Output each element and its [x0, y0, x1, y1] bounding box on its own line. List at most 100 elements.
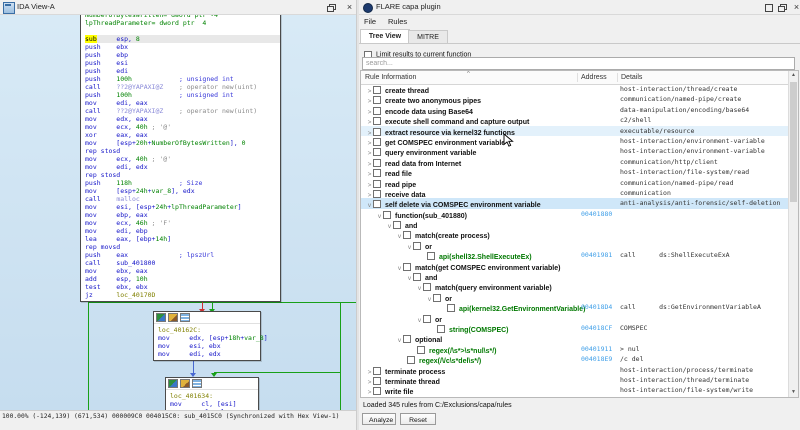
tab-mitre[interactable]: MITRE [408, 30, 448, 43]
menu-rules[interactable]: Rules [385, 17, 410, 26]
asm-line[interactable]: add esp, 10h [85, 275, 280, 283]
tree-row[interactable]: > read pipe communication/named-pipe/read [361, 178, 798, 189]
tree-row[interactable]: v or [361, 292, 798, 303]
close-icon[interactable]: × [792, 3, 800, 12]
rule-tree-header[interactable]: Rule Information ^ Address Details [361, 71, 798, 85]
rule-checkbox[interactable] [373, 179, 381, 188]
rule-checkbox[interactable] [403, 262, 411, 271]
asm-line[interactable]: mov edi, edx [85, 163, 280, 171]
node-color-icon[interactable] [168, 379, 178, 388]
rule-checkbox[interactable] [373, 96, 381, 105]
rule-checkbox[interactable] [373, 158, 381, 167]
column-rule-information[interactable]: Rule Information [365, 74, 416, 81]
asm-line[interactable]: mov edx, [esp+18h+var_8] [158, 334, 268, 342]
search-input[interactable] [362, 57, 795, 70]
tree-row[interactable]: api(kernel32.GetEnvironmentVariable) 0040… [361, 302, 798, 313]
tree-row[interactable]: > read file host-interaction/file-system/r… [361, 167, 798, 178]
asm-line[interactable]: call ??2@YAPAXI@Z ; operator new(uint) [85, 83, 280, 91]
scrollbar-thumb[interactable] [790, 82, 797, 202]
tree-row[interactable]: > query environment variable host-interact… [361, 146, 798, 157]
node-color-icon[interactable] [156, 313, 166, 322]
asm-line[interactable]: rep movsd [85, 243, 280, 251]
reset-button[interactable]: Reset [400, 413, 436, 425]
asm-line[interactable]: mov edi, eax [85, 99, 280, 107]
asm-line[interactable]: mov ecx, 40h ; '@' [85, 155, 280, 163]
asm-line[interactable]: mov ebx, eax [85, 267, 280, 275]
tree-row[interactable]: > encode data using Base64 data-manipulati… [361, 105, 798, 116]
column-details[interactable]: Details [621, 74, 642, 81]
node-list-icon[interactable] [192, 379, 202, 388]
asm-line[interactable]: lpThreadParameter= dword ptr 4 [85, 19, 280, 27]
node-group-icon[interactable] [180, 379, 190, 388]
column-address[interactable]: Address [581, 74, 607, 81]
rule-checkbox[interactable] [413, 273, 421, 282]
graph-view[interactable]: var_8= dword ptr -8 NumberOfBytesWritten… [0, 15, 356, 410]
basic-block-loc_40162C[interactable]: loc_40162C: mov edx, [esp+18h+var_8]mov e… [153, 311, 268, 361]
tree-row[interactable]: v and [361, 219, 798, 230]
asm-line[interactable]: mov ecx, 40h ; '@' [85, 123, 280, 131]
tree-row[interactable]: v and [361, 271, 798, 282]
analyze-button[interactable]: Analyze [362, 413, 396, 425]
asm-line[interactable]: lea eax, [ebp+14h] [85, 235, 280, 243]
rule-address[interactable]: 004018CF [581, 323, 612, 333]
rule-checkbox[interactable] [433, 293, 441, 302]
tree-row[interactable]: v match(query environment variable) [361, 281, 798, 292]
asm-line[interactable]: call malloc [85, 195, 280, 203]
rule-checkbox[interactable] [373, 169, 381, 178]
rule-checkbox[interactable] [373, 189, 381, 198]
tree-row[interactable]: regex(/\/c\s*del\s*/) 004018E9/c del [361, 354, 798, 365]
rule-checkbox[interactable] [373, 127, 381, 136]
tree-row[interactable]: > execute shell command and capture outpu… [361, 115, 798, 126]
chevron-right-icon[interactable]: > [366, 388, 373, 397]
asm-line[interactable]: push 100h ; unsigned int [85, 75, 280, 83]
scroll-up-icon[interactable]: ▲ [789, 71, 798, 80]
rule-checkbox[interactable] [373, 86, 381, 94]
ida-view-titlebar[interactable]: IDA View-A × [0, 0, 356, 15]
rule-checkbox[interactable] [373, 148, 381, 157]
asm-line[interactable]: jz loc_40170D [85, 291, 280, 299]
asm-line[interactable]: mov edi, edx [158, 350, 260, 358]
asm-line[interactable]: mov ecx, 46h ; 'F' [85, 219, 280, 227]
rule-checkbox[interactable] [423, 283, 431, 292]
rule-checkbox[interactable] [403, 231, 411, 240]
asm-line[interactable]: mov esi, [esp+24h+lpThreadParameter] [85, 203, 280, 211]
asm-line[interactable]: push esi [85, 59, 280, 67]
asm-line[interactable]: sub esp, 8 [85, 35, 280, 43]
asm-line[interactable]: mov [esp+24h+var_8], edx [85, 187, 280, 195]
tree-row[interactable]: api(shell32.ShellExecuteEx) 00401981 call … [361, 250, 798, 261]
rule-address[interactable]: 004018D4 [581, 302, 612, 312]
tree-row[interactable]: regex(/\s*>\s*nul\s*/) 00401911 > nul [361, 344, 798, 355]
tree-row[interactable]: v match(create process) [361, 229, 798, 240]
rule-checkbox[interactable] [427, 252, 435, 261]
tree-row[interactable]: v or [361, 313, 798, 324]
rule-checkbox[interactable] [373, 366, 381, 375]
float-icon[interactable] [778, 3, 787, 12]
asm-line[interactable]: mov ebp, eax [85, 211, 280, 219]
rule-address[interactable]: 004018E9 [581, 354, 612, 364]
asm-line[interactable]: test ebx, ebx [85, 283, 280, 291]
menu-file[interactable]: File [361, 17, 379, 26]
close-icon[interactable]: × [345, 3, 354, 12]
rule-address[interactable]: 00401911 [581, 344, 612, 354]
tree-row[interactable]: > create thread host-interaction/thread/cr… [361, 84, 798, 95]
tree-row[interactable]: > terminate thread host-interaction/thread… [361, 375, 798, 386]
asm-line[interactable]: mov cl, [esi] [170, 400, 258, 408]
rule-checkbox[interactable] [373, 200, 381, 209]
asm-line[interactable]: push ebp [85, 51, 280, 59]
node-group-icon[interactable] [168, 313, 178, 322]
tree-row[interactable]: > create two anonymous pipes communication… [361, 94, 798, 105]
asm-line[interactable]: loc_401634: [170, 392, 258, 400]
asm-line[interactable]: mov edi, ebp [85, 227, 280, 235]
tree-row[interactable]: v match(get COMSPEC environment variable) [361, 261, 798, 272]
basic-block-loc_401634[interactable]: loc_401634:mov cl, [esi]mov al, cl [165, 377, 259, 410]
rule-checkbox[interactable] [383, 210, 391, 219]
asm-line[interactable]: xor eax, eax [85, 131, 280, 139]
asm-line[interactable]: mov edx, eax [85, 115, 280, 123]
asm-line[interactable]: push ebx [85, 43, 280, 51]
asm-line[interactable]: push eax ; lpszUrl [85, 251, 280, 259]
rule-checkbox[interactable] [417, 345, 425, 354]
rule-checkbox[interactable] [373, 376, 381, 385]
asm-line[interactable]: loc_40162C: [158, 326, 260, 334]
node-list-icon[interactable] [180, 313, 190, 322]
float-icon[interactable] [327, 3, 336, 12]
